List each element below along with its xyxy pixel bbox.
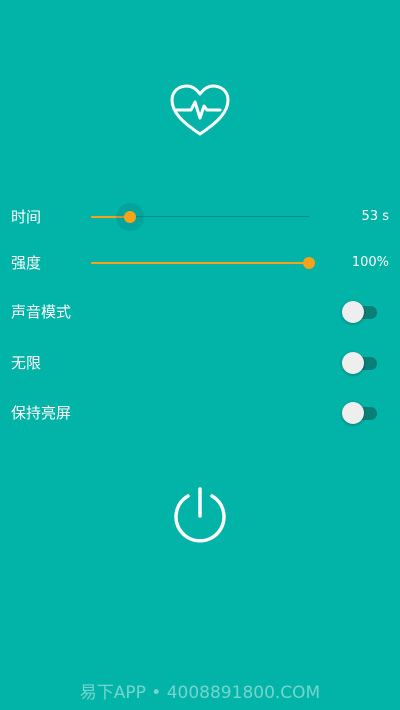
- keep-screen-on-row: 保持亮屏: [0, 393, 400, 433]
- power-icon: [174, 487, 226, 543]
- keep-screen-on-toggle-knob[interactable]: [342, 402, 364, 424]
- time-setting-row: 时间 53 s: [0, 197, 400, 237]
- watermark-text: 易下APP • 4008891800.COM: [79, 683, 321, 703]
- intensity-value: 100%: [351, 255, 389, 270]
- time-slider-thumb[interactable]: [124, 211, 136, 223]
- sound-mode-toggle[interactable]: [342, 300, 378, 324]
- time-value: 53 s: [361, 209, 389, 224]
- time-slider[interactable]: [91, 208, 309, 226]
- time-label: 时间: [11, 208, 42, 226]
- unlimited-label: 无限: [11, 354, 42, 372]
- intensity-setting-row: 强度 100%: [0, 243, 400, 283]
- sound-mode-label: 声音模式: [11, 303, 72, 321]
- intensity-slider[interactable]: [91, 254, 315, 272]
- intensity-slider-thumb[interactable]: [303, 257, 315, 269]
- intensity-slider-fill: [91, 262, 309, 264]
- unlimited-toggle-knob[interactable]: [342, 352, 364, 374]
- keep-screen-on-label: 保持亮屏: [11, 404, 72, 422]
- intensity-label: 强度: [11, 254, 42, 272]
- power-button[interactable]: [171, 486, 229, 544]
- unlimited-toggle[interactable]: [342, 351, 378, 375]
- heart-pulse-icon: [170, 84, 230, 136]
- sound-mode-row: 声音模式: [0, 292, 400, 332]
- unlimited-row: 无限: [0, 343, 400, 383]
- sound-mode-toggle-knob[interactable]: [342, 301, 364, 323]
- keep-screen-on-toggle[interactable]: [342, 401, 378, 425]
